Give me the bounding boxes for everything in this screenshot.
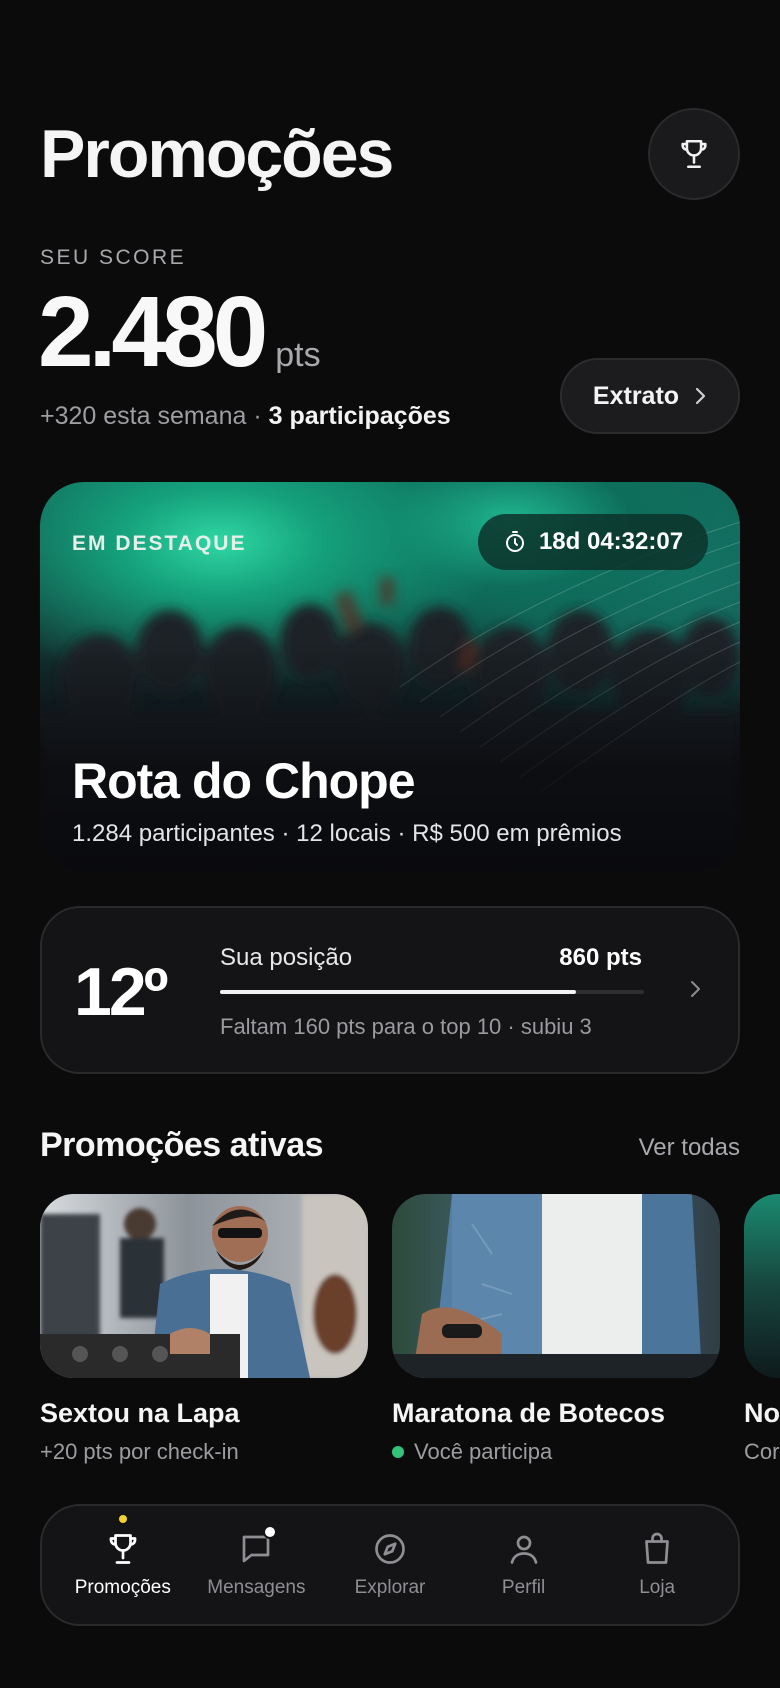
featured-tag: EM DESTAQUE [72,532,247,555]
score-display: 2.480 pts [38,282,321,382]
timer-icon [505,531,524,552]
shopping-bag-icon [645,1532,670,1564]
leaderboard-button[interactable] [648,108,740,200]
promo-subtitle: +20 pts por check-in [40,1439,368,1465]
dj-photo [40,1194,368,1378]
trophy-icon [109,1534,137,1564]
tab-label: Explorar [354,1577,426,1598]
header: Promoções [40,108,740,200]
extrato-button[interactable]: Extrato [560,358,740,434]
promo-subtitle: Cor [744,1439,780,1465]
featured-promo-card[interactable]: EM DESTAQUE 18d 04:32:07 Rota do Chope 1… [40,482,740,872]
chevron-right-icon [691,981,700,997]
position-label: Sua posição [220,944,353,971]
score-value: 2.480 [38,276,268,388]
participations-count: 3 participações [268,402,451,430]
promo-title: No [744,1398,780,1428]
tab-label: Promoções [74,1577,171,1598]
promo-title: Maratona de Botecos [392,1398,666,1428]
see-all-link[interactable]: Ver todas [639,1134,740,1162]
weekly-gain: +320 esta semana · [40,402,269,430]
promo-subtitle-text: Você participa [414,1439,553,1464]
active-indicator-dot [118,1515,127,1523]
dj-closeup-photo [392,1194,720,1378]
position-points: 860 pts [559,944,642,971]
bottom-tab-bar: Promoções Mensagens Explorar Perfil Loja [40,1504,740,1626]
tab-label: Mensagens [207,1577,306,1598]
promo-image [392,1194,720,1378]
promo-card-partial[interactable]: No Cor [744,1194,780,1494]
promo-card[interactable]: Maratona de Botecos Você participa [392,1194,720,1465]
featured-meta: 1.284 participantes · 12 locais · R$ 500… [72,820,622,847]
tab-promocoes[interactable]: Promoções [58,1515,188,1599]
person-icon [510,1535,537,1564]
score-unit: pts [275,336,321,374]
participating-status-dot [392,1446,404,1458]
tab-loja[interactable]: Loja [592,1531,722,1599]
tab-mensagens[interactable]: Mensagens [191,1525,321,1599]
promo-card[interactable]: Sextou na Lapa +20 pts por check-in [40,1194,368,1465]
promo-subtitle-text: +20 pts por check-in [40,1439,239,1464]
compass-icon [375,1534,405,1564]
progress-fill [220,990,577,994]
trophy-icon [681,139,707,169]
score-summary: +320 esta semana · 3 participações [40,402,451,431]
unread-badge [263,1525,278,1539]
countdown-value: 18d 04:32:07 [538,528,684,555]
promo-image [40,1194,368,1378]
featured-title: Rota do Chope [72,753,416,809]
score-label: SEU SCORE [40,246,187,269]
chevron-right-icon [695,387,706,405]
page-title: Promoções [40,116,394,192]
promo-subtitle: Você participa [392,1439,720,1465]
extrato-label: Extrato [592,381,680,410]
promo-image [744,1194,780,1378]
promo-card[interactable]: No Cor [744,1194,780,1465]
progress-track [220,990,644,994]
section-title: Promoções ativas [40,1126,324,1164]
position-subtitle: Faltam 160 pts para o top 10 · subiu 3 [220,1014,592,1039]
ranking-position-card[interactable]: 12º Sua posição 860 pts Faltam 160 pts p… [40,906,740,1074]
promo-title: Sextou na Lapa [40,1398,240,1428]
promo-subtitle-text: Cor [744,1439,780,1464]
tab-explorar[interactable]: Explorar [325,1531,455,1599]
tab-perfil[interactable]: Perfil [459,1531,589,1599]
tab-label: Perfil [501,1577,546,1598]
tab-label: Loja [639,1577,676,1598]
countdown-timer: 18d 04:32:07 [478,514,708,570]
rank-value: 12º [74,954,169,1030]
